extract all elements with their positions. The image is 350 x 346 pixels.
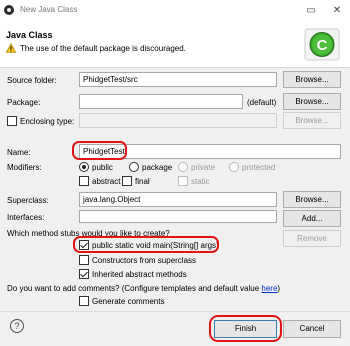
modifier-protected-radio xyxy=(229,162,239,172)
stub-inherited-label: Inherited abstract methods xyxy=(92,270,187,279)
comments-question-text: Do you want to add comments? (Configure … xyxy=(7,284,262,293)
comments-question-suffix: ) xyxy=(277,284,281,293)
modifier-protected-label: protected xyxy=(242,163,276,172)
header-message: The use of the default package is discou… xyxy=(20,44,186,53)
modifier-package-label: package xyxy=(142,163,173,172)
configure-templates-link[interactable]: here xyxy=(261,284,277,293)
help-icon[interactable]: ? xyxy=(10,319,24,333)
modifier-private-label: private xyxy=(191,163,216,172)
modifier-package-radio[interactable] xyxy=(129,162,139,172)
modifier-private-radio xyxy=(178,162,188,172)
stub-constructors-checkbox[interactable] xyxy=(79,255,89,265)
modifier-static-checkbox xyxy=(178,176,188,186)
enclosing-type-input xyxy=(79,113,277,128)
interfaces-add-button[interactable]: Add... xyxy=(283,210,341,227)
java-class-wizard-icon: C xyxy=(304,28,340,61)
cancel-button[interactable]: Cancel xyxy=(283,320,341,338)
modifiers-label: Modifiers: xyxy=(7,163,42,172)
name-label: Name: xyxy=(7,148,31,157)
superclass-input[interactable]: java.lang.Object xyxy=(79,192,277,207)
modifier-public-label: public xyxy=(92,163,113,172)
source-folder-input[interactable]: PhidgetTest/src xyxy=(79,72,277,87)
warning-icon xyxy=(6,43,16,53)
page-title: Java Class xyxy=(6,30,53,40)
wizard-header: Java Class The use of the default packag… xyxy=(0,22,350,68)
superclass-browse-button[interactable]: Browse... xyxy=(283,191,341,208)
svg-text:C: C xyxy=(317,37,328,54)
source-folder-label: Source folder: xyxy=(7,76,57,85)
comments-question: Do you want to add comments? (Configure … xyxy=(7,284,280,293)
stub-constructors-label: Constructors from superclass xyxy=(92,256,197,265)
name-highlight xyxy=(72,141,127,160)
generate-comments-label: Generate comments xyxy=(92,297,165,306)
enclosing-type-label: Enclosing type: xyxy=(20,117,75,126)
modifier-abstract-checkbox[interactable] xyxy=(79,176,89,186)
package-default-text: (default) xyxy=(247,98,277,107)
superclass-label: Superclass: xyxy=(7,196,49,205)
modifier-final-checkbox[interactable] xyxy=(122,176,132,186)
package-browse-button[interactable]: Browse... xyxy=(283,93,341,110)
footer-separator xyxy=(0,311,350,312)
package-input[interactable] xyxy=(79,94,243,109)
enclosing-type-browse-button: Browse... xyxy=(283,112,341,129)
eclipse-icon xyxy=(4,5,14,15)
source-folder-browse-button[interactable]: Browse... xyxy=(283,71,341,88)
modifier-final-label: final xyxy=(135,177,150,186)
stub-main-highlight xyxy=(73,236,219,253)
close-icon[interactable]: ✕ xyxy=(326,2,348,20)
package-label: Package: xyxy=(7,98,41,107)
modifier-abstract-label: abstract xyxy=(92,177,121,186)
stub-inherited-checkbox[interactable] xyxy=(79,269,89,279)
modifier-static-label: static xyxy=(191,177,210,186)
finish-highlight xyxy=(209,315,282,342)
interfaces-list[interactable] xyxy=(79,210,277,223)
interfaces-label: Interfaces: xyxy=(7,213,45,222)
minimize-icon[interactable]: ▭ xyxy=(300,2,322,20)
window-title: New Java Class xyxy=(20,5,78,14)
enclosing-type-checkbox[interactable] xyxy=(7,116,17,126)
title-bar: New Java Class ▭ ✕ xyxy=(0,0,350,22)
modifier-public-radio[interactable] xyxy=(79,162,89,172)
interfaces-remove-button: Remove xyxy=(283,230,341,247)
generate-comments-checkbox[interactable] xyxy=(79,296,89,306)
